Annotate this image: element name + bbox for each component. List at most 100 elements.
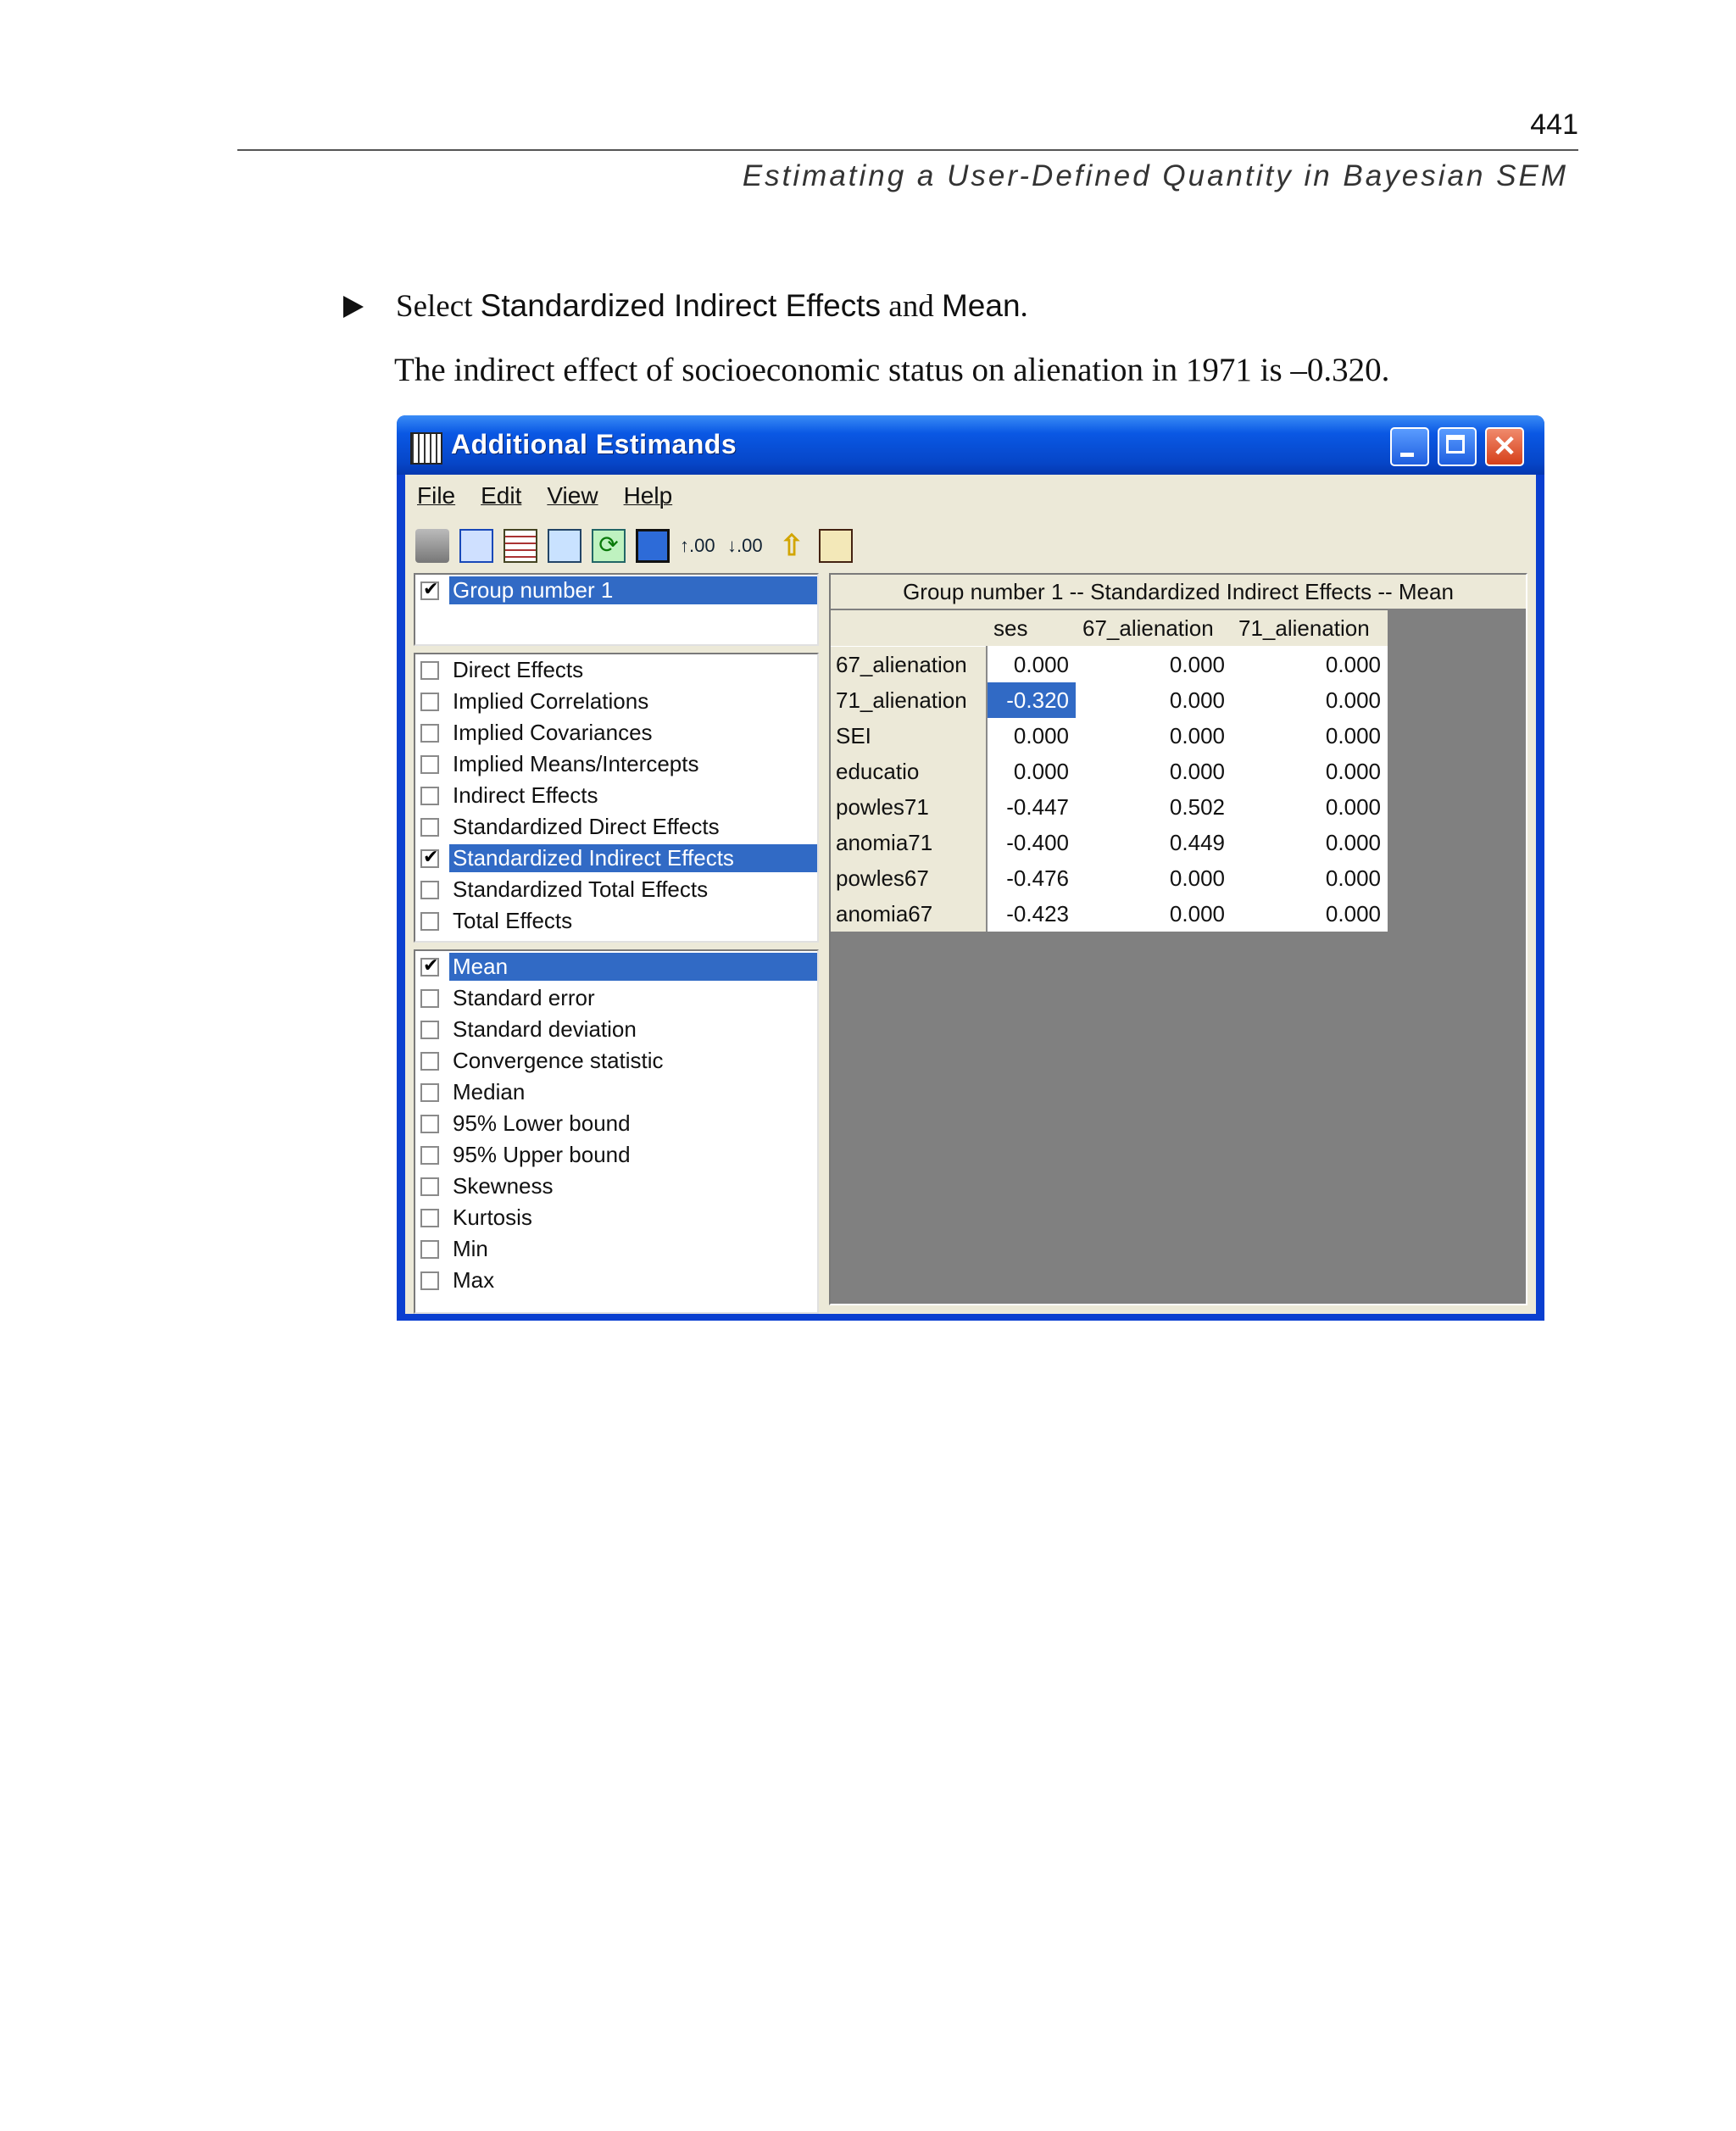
statistic-label: Skewness bbox=[453, 1173, 554, 1199]
table-row: 71_alienation -0.320 0.000 0.000 bbox=[831, 682, 1388, 718]
checkbox[interactable] bbox=[420, 817, 439, 837]
increase-decimals-icon[interactable]: ↑.00 bbox=[680, 529, 717, 563]
title-bar[interactable]: Additional Estimands ✕ bbox=[397, 415, 1544, 475]
estimand-item[interactable]: Standardized Total Effects bbox=[415, 874, 817, 905]
estimand-item[interactable]: Standardized Direct Effects bbox=[415, 811, 817, 843]
checkbox[interactable] bbox=[420, 723, 439, 743]
table-cell[interactable]: 0.000 bbox=[1076, 860, 1232, 896]
statistic-item[interactable]: Median bbox=[415, 1077, 817, 1108]
checkbox[interactable] bbox=[420, 1114, 439, 1133]
checkbox[interactable] bbox=[420, 1208, 439, 1227]
copy-table-icon[interactable] bbox=[548, 529, 581, 563]
checkbox[interactable] bbox=[420, 954, 439, 976]
print-icon[interactable] bbox=[415, 529, 449, 563]
statistic-item[interactable]: Min bbox=[415, 1233, 817, 1265]
table-cell[interactable]: 0.000 bbox=[1076, 682, 1232, 718]
checkbox[interactable] bbox=[420, 786, 439, 805]
checkbox[interactable] bbox=[420, 754, 439, 774]
row-header: SEI bbox=[831, 718, 988, 754]
results-pane: Group number 1 -- Standardized Indirect … bbox=[829, 573, 1527, 1305]
help-book-icon[interactable] bbox=[819, 529, 853, 563]
menu-view[interactable]: View bbox=[547, 482, 598, 509]
up-arrow-icon[interactable]: ⇧ bbox=[775, 529, 809, 563]
statistic-label: Max bbox=[453, 1267, 495, 1293]
minimize-button[interactable] bbox=[1390, 427, 1429, 466]
close-button[interactable]: ✕ bbox=[1485, 427, 1524, 466]
table-cell[interactable]: 0.502 bbox=[1076, 789, 1232, 825]
decrease-decimals-icon[interactable]: ↓.00 bbox=[727, 529, 765, 563]
statistic-label: 95% Lower bound bbox=[453, 1110, 631, 1136]
group-item[interactable]: Group number 1 bbox=[415, 575, 817, 606]
checkbox[interactable] bbox=[420, 1271, 439, 1290]
table-cell[interactable]: 0.000 bbox=[1232, 825, 1388, 860]
window-client: File Edit View Help ⟳ ↑.00 ↓.00 ⇧ Group … bbox=[405, 475, 1536, 1314]
table-cell[interactable]: 0.000 bbox=[1232, 718, 1388, 754]
table-cell[interactable]: 0.000 bbox=[987, 754, 1076, 789]
table-cell[interactable]: 0.000 bbox=[1232, 789, 1388, 825]
statistic-item[interactable]: 95% Lower bound bbox=[415, 1108, 817, 1139]
checkbox[interactable] bbox=[420, 660, 439, 680]
table-cell[interactable]: 0.000 bbox=[1076, 896, 1232, 932]
column-header: ses bbox=[987, 610, 1076, 647]
table-cell[interactable]: 0.000 bbox=[1076, 718, 1232, 754]
statistic-item[interactable]: Mean bbox=[415, 951, 817, 982]
estimand-item[interactable]: Direct Effects bbox=[415, 654, 817, 686]
maximize-button[interactable] bbox=[1438, 427, 1477, 466]
row-header: anomia71 bbox=[831, 825, 988, 860]
print-preview-icon[interactable] bbox=[459, 529, 493, 563]
table-row: educatio 0.000 0.000 0.000 bbox=[831, 754, 1388, 789]
menu-file[interactable]: File bbox=[417, 482, 455, 509]
table-cell[interactable]: -0.400 bbox=[987, 825, 1076, 860]
estimand-item[interactable]: Total Effects bbox=[415, 905, 817, 937]
copy-icon[interactable] bbox=[504, 529, 537, 563]
statistic-label: Standard error bbox=[453, 985, 595, 1010]
statistic-item[interactable]: Convergence statistic bbox=[415, 1045, 817, 1077]
checkbox[interactable] bbox=[420, 846, 439, 868]
checkbox[interactable] bbox=[420, 1082, 439, 1102]
checkbox[interactable] bbox=[420, 1145, 439, 1165]
estimand-list: Direct Effects Implied Correlations Implie… bbox=[414, 653, 819, 943]
menu-help[interactable]: Help bbox=[624, 482, 673, 509]
table-cell[interactable]: 0.000 bbox=[1232, 860, 1388, 896]
statistic-item[interactable]: Standard deviation bbox=[415, 1014, 817, 1045]
statistic-item[interactable]: Standard error bbox=[415, 982, 817, 1014]
statistic-item[interactable]: Skewness bbox=[415, 1171, 817, 1202]
table-cell[interactable]: 0.000 bbox=[1076, 646, 1232, 682]
checkbox[interactable] bbox=[420, 1239, 439, 1259]
table-cell[interactable]: 0.000 bbox=[987, 646, 1076, 682]
statistic-item[interactable]: Max bbox=[415, 1265, 817, 1296]
row-header: 67_alienation bbox=[831, 646, 988, 682]
estimand-item[interactable]: Implied Correlations bbox=[415, 686, 817, 717]
statistic-item[interactable]: 95% Upper bound bbox=[415, 1139, 817, 1171]
checkbox[interactable] bbox=[420, 692, 439, 711]
table-cell[interactable]: -0.476 bbox=[987, 860, 1076, 896]
statistic-item[interactable]: Kurtosis bbox=[415, 1202, 817, 1233]
checkbox[interactable] bbox=[420, 578, 439, 600]
estimand-item[interactable]: Implied Means/Intercepts bbox=[415, 748, 817, 780]
checkbox[interactable] bbox=[420, 988, 439, 1008]
table-cell[interactable]: 0.000 bbox=[987, 718, 1076, 754]
table-cell[interactable]: 0.000 bbox=[1232, 646, 1388, 682]
table-cell[interactable]: 0.000 bbox=[1076, 754, 1232, 789]
table-cell[interactable]: 0.449 bbox=[1076, 825, 1232, 860]
table-cell[interactable]: 0.000 bbox=[1232, 754, 1388, 789]
table-cell[interactable]: 0.000 bbox=[1232, 896, 1388, 932]
instruction-statistic: Mean bbox=[941, 288, 1021, 323]
checkbox[interactable] bbox=[420, 911, 439, 931]
refresh-icon[interactable]: ⟳ bbox=[592, 529, 626, 563]
checkbox[interactable] bbox=[420, 880, 439, 899]
row-header: 71_alienation bbox=[831, 682, 988, 718]
estimand-item[interactable]: Implied Covariances bbox=[415, 717, 817, 748]
table-cell[interactable]: -0.320 bbox=[987, 682, 1076, 718]
estimand-item[interactable]: Indirect Effects bbox=[415, 780, 817, 811]
checkbox[interactable] bbox=[420, 1051, 439, 1071]
table-cell[interactable]: -0.423 bbox=[987, 896, 1076, 932]
menu-edit[interactable]: Edit bbox=[481, 482, 521, 509]
checkbox[interactable] bbox=[420, 1177, 439, 1196]
table-cell[interactable]: 0.000 bbox=[1232, 682, 1388, 718]
table-cell[interactable]: -0.447 bbox=[987, 789, 1076, 825]
toolbar: ⟳ ↑.00 ↓.00 ⇧ bbox=[415, 524, 863, 568]
figure-icon[interactable] bbox=[636, 529, 670, 563]
checkbox[interactable] bbox=[420, 1020, 439, 1039]
estimand-item[interactable]: Standardized Indirect Effects bbox=[415, 843, 817, 874]
